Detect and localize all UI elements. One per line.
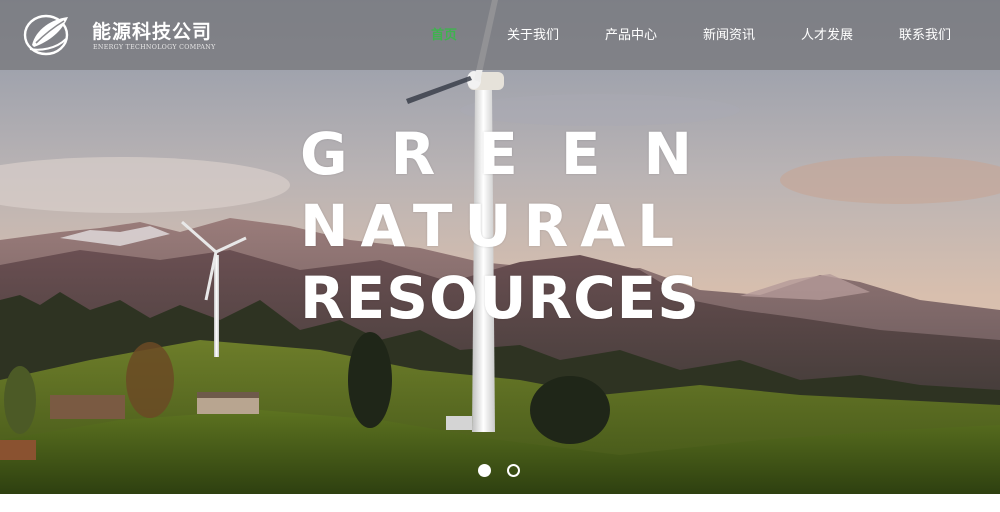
brand-subtitle: ENERGY TECHNOLOGY COMPANY <box>93 44 216 51</box>
headline-line-2: NATURAL <box>300 192 687 260</box>
carousel-dot-2[interactable] <box>507 464 520 477</box>
nav-item-careers[interactable]: 人才发展 <box>801 26 853 46</box>
nav-item-about[interactable]: 关于我们 <box>507 26 559 46</box>
nav-item-news[interactable]: 新闻资讯 <box>703 26 755 46</box>
nav-item-products[interactable]: 产品中心 <box>605 26 657 46</box>
hero-banner: GREEN NATURAL RESOURCES <box>0 0 1000 494</box>
nav-item-contact[interactable]: 联系我们 <box>899 26 951 46</box>
carousel-dot-1[interactable] <box>478 464 491 477</box>
hero-headline: GREEN NATURAL RESOURCES <box>300 118 700 334</box>
headline-line-1: GREEN <box>300 120 736 188</box>
top-navbar: 能源科技公司 ENERGY TECHNOLOGY COMPANY 首页 关于我们… <box>0 0 1000 70</box>
brand-name: 能源科技公司 <box>92 21 213 43</box>
nav-item-home[interactable]: 首页 <box>431 26 457 46</box>
headline-line-3: RESOURCES <box>300 264 701 332</box>
leaf-swirl-logo-icon <box>23 14 69 56</box>
brand-logo[interactable]: 能源科技公司 ENERGY TECHNOLOGY COMPANY <box>22 11 232 59</box>
